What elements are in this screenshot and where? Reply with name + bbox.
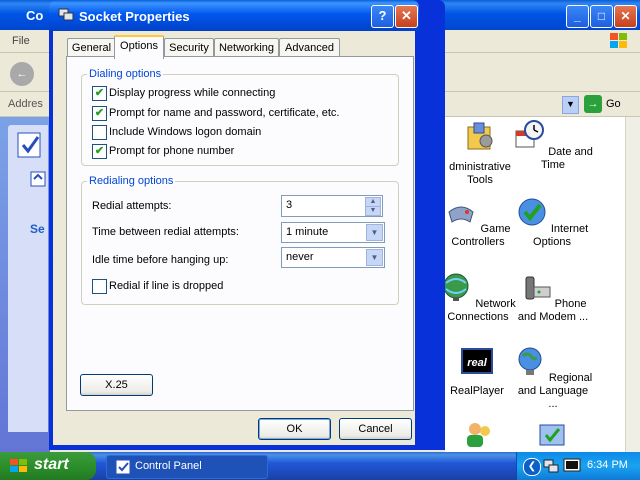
tab-security[interactable]: Security [164, 38, 214, 57]
menu-file[interactable]: File [12, 35, 30, 47]
idle-time-label: Idle time before hanging up: [92, 254, 229, 266]
idle-time-select[interactable]: never ▼ [281, 247, 385, 268]
dialog-titlebar[interactable]: Socket Properties ? ✕ [49, 0, 419, 31]
idle-time-value: never [286, 251, 314, 263]
cp-item-phone-modem[interactable]: Phone and Modem ... [513, 271, 593, 324]
vertical-scrollbar[interactable] [625, 117, 640, 452]
minimize-icon[interactable]: _ [566, 5, 589, 28]
tab-networking[interactable]: Networking [214, 38, 279, 57]
cp-item-label: Regional and Language ... [517, 372, 593, 410]
cp-item-internet-options[interactable]: Internet Options [512, 196, 592, 249]
svg-text:real: real [467, 357, 488, 369]
chevron-down-icon[interactable]: ▼ [366, 224, 383, 241]
windows-logo-icon [10, 459, 27, 472]
redial-if-dropped-label: Redial if line is dropped [109, 280, 224, 292]
internet-options-icon [518, 198, 546, 226]
windows-flag-icon [610, 33, 627, 48]
game-controllers-icon [448, 206, 475, 223]
ok-button[interactable]: OK [258, 418, 331, 440]
cp-item-administrative-tools[interactable]: dministrative Tools [440, 121, 520, 187]
go-button[interactable]: → Go [584, 95, 634, 113]
task-pane-heading: Se [30, 222, 45, 236]
start-label: start [34, 456, 69, 473]
control-panel-title: Co [26, 8, 44, 23]
cp-item-game-controllers[interactable]: Game Controllers [438, 196, 518, 249]
taskbar-item-control-panel[interactable]: Control Panel [106, 455, 268, 479]
cp-item-regional-language[interactable]: Regional and Language ... [513, 345, 593, 411]
time-between-select[interactable]: 1 minute ▼ [281, 222, 385, 243]
redialing-options-legend: Redialing options [89, 175, 174, 187]
control-panel-icon [115, 459, 131, 475]
address-dropdown-button[interactable]: ▼ [562, 96, 579, 114]
display-progress-checkbox[interactable]: ✔ [92, 86, 107, 101]
control-panel-icon [17, 132, 41, 158]
address-label: Addres [8, 98, 43, 110]
chevron-down-icon[interactable]: ▼ [366, 249, 383, 266]
time-between-label: Time between redial attempts: [92, 226, 239, 238]
task-pane-box-lower [8, 212, 48, 432]
phone-modem-icon [525, 276, 551, 300]
tab-general[interactable]: General [67, 38, 116, 57]
cp-item-network-connections[interactable]: Network Connections [438, 271, 518, 324]
redial-if-dropped-checkbox[interactable] [92, 279, 107, 294]
tab-advanced[interactable]: Advanced [279, 38, 340, 57]
help-button[interactable]: ? [371, 5, 394, 28]
start-button[interactable]: start [0, 452, 96, 480]
date-time-icon [515, 120, 545, 148]
system-tray: ❮ 6:34 PM [516, 452, 640, 480]
tray-expand-icon[interactable]: ❮ [523, 458, 541, 476]
user-accounts-icon[interactable] [463, 419, 493, 449]
monitor-tray-icon[interactable] [563, 458, 581, 474]
display-progress-label: Display progress while connecting [109, 87, 276, 99]
time-between-value: 1 minute [286, 226, 329, 238]
spin-down-arrow-icon[interactable]: ▼ [365, 206, 381, 216]
dialog-title: Socket Properties [79, 9, 190, 24]
cp-item-date-time[interactable]: Date and Time [513, 119, 593, 172]
include-logon-domain-checkbox[interactable] [92, 125, 107, 140]
cp-item-label: Date and Time [540, 146, 593, 171]
dialing-options-legend: Dialing options [89, 68, 162, 80]
maximize-icon[interactable]: □ [590, 5, 613, 28]
include-logon-domain-label: Include Windows logon domain [109, 126, 262, 138]
clock[interactable]: 6:34 PM [587, 459, 628, 471]
close-icon[interactable]: ✕ [614, 5, 637, 28]
dialog-close-button[interactable]: ✕ [395, 5, 418, 28]
go-arrow-icon: → [584, 95, 602, 113]
go-label: Go [606, 98, 621, 110]
prompt-phone-number-label: Prompt for phone number [109, 145, 235, 157]
administrative-tools-icon [467, 122, 493, 150]
back-button[interactable]: ← [10, 62, 34, 86]
switch-view-icon[interactable] [30, 171, 46, 187]
regional-language-icon [518, 347, 542, 375]
redial-attempts-value: 3 [286, 199, 293, 211]
redial-attempts-label: Redial attempts: [92, 200, 172, 212]
realplayer-icon: real [461, 348, 493, 374]
taskbar-item-label: Control Panel [135, 460, 202, 472]
security-center-icon[interactable] [537, 419, 567, 449]
prompt-name-password-checkbox[interactable]: ✔ [92, 106, 107, 121]
prompt-phone-number-checkbox[interactable]: ✔ [92, 144, 107, 159]
control-panel-items: dministrative Tools Date and Time Game C… [443, 117, 625, 452]
task-pane [0, 117, 50, 452]
prompt-name-password-label: Prompt for name and password, certificat… [109, 107, 340, 119]
redial-attempts-spinner[interactable]: 3 ▲ ▼ [281, 195, 383, 217]
cp-item-label: dministrative Tools [449, 161, 511, 186]
cp-item-realplayer[interactable]: real RealPlayer [437, 345, 517, 398]
network-tray-icon[interactable] [543, 459, 559, 473]
cp-item-label: RealPlayer [450, 385, 504, 397]
x25-button[interactable]: X.25 [80, 374, 153, 396]
cancel-button[interactable]: Cancel [339, 418, 412, 440]
tab-options[interactable]: Options [114, 35, 164, 59]
network-connection-icon [58, 8, 74, 21]
